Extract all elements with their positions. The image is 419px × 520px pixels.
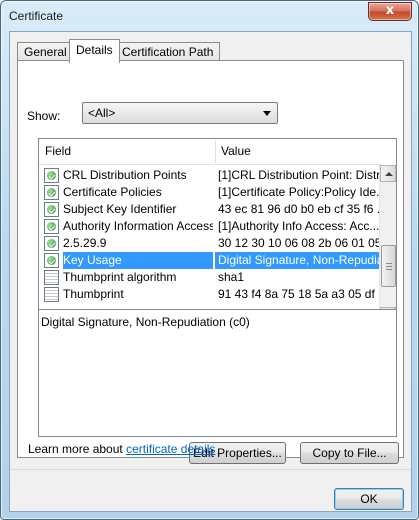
field-name: CRL Distribution Points (63, 168, 187, 182)
field-value: sha1 (218, 270, 245, 284)
field-value: 43 ec 81 96 d0 b0 eb cf 35 f6 ... (218, 202, 381, 216)
certificate-window: Certificate x General Details Certificat… (0, 0, 419, 520)
field-value: 91 43 f4 8a 75 18 5a a3 05 df ... (218, 287, 381, 301)
learn-more-text: Learn more about (28, 442, 127, 456)
column-header-field[interactable]: Field (39, 139, 215, 164)
ok-button[interactable]: OK (334, 488, 404, 510)
title-bar[interactable]: Certificate x (1, 1, 418, 31)
copy-to-file-button[interactable]: Copy to File... (300, 442, 399, 464)
scroll-thumb[interactable] (381, 245, 396, 287)
list-item[interactable]: CRL Distribution Points [1]CRL Distribut… (39, 167, 381, 184)
field-name: 2.5.29.9 (63, 236, 107, 250)
close-button[interactable]: x (368, 2, 412, 21)
list-item[interactable]: 2.5.29.9 30 12 30 10 06 08 2b 06 01 05..… (39, 235, 381, 252)
field-value: [1]Authority Info Access: Acc... (218, 219, 380, 233)
list-rows: CRL Distribution Points [1]CRL Distribut… (39, 167, 381, 323)
scroll-up-button[interactable] (380, 165, 396, 182)
list-item[interactable]: Authority Information Access [1]Authorit… (39, 218, 381, 235)
divider (10, 469, 411, 470)
cert-extension-icon (44, 253, 59, 268)
grip-line (386, 263, 392, 264)
grip-line (386, 269, 392, 270)
field-name: Key Usage (63, 252, 213, 269)
list-item[interactable]: Subject Key Identifier 43 ec 81 96 d0 b0… (39, 201, 381, 218)
vertical-scrollbar[interactable] (379, 165, 396, 323)
chevron-up-icon (385, 172, 393, 176)
cert-extension-icon (44, 185, 59, 200)
property-icon (44, 270, 59, 285)
list-item-selected[interactable]: Key Usage Digital Signature, Non-Repudia… (39, 252, 381, 269)
learn-more: Learn more about certificate details (28, 442, 215, 456)
cert-extension-icon (44, 168, 59, 183)
cert-extension-icon (44, 236, 59, 251)
field-name: Subject Key Identifier (63, 202, 177, 216)
field-value: Digital Signature, Non-Repudia... (215, 252, 381, 269)
details-tab-panel: Show: <All> Field Value CRL Distribution… (17, 60, 404, 464)
show-dropdown[interactable]: <All> (82, 102, 278, 124)
fields-list[interactable]: Field Value CRL Distribution Points [1]C… (38, 138, 397, 324)
column-header-value[interactable]: Value (215, 139, 381, 164)
list-item[interactable]: Certificate Policies [1]Certificate Poli… (39, 184, 381, 201)
show-label: Show: (27, 109, 61, 123)
field-detail-textbox[interactable]: Digital Signature, Non-Repudiation (c0) (38, 309, 397, 437)
field-name: Thumbprint (63, 287, 124, 301)
dialog-client-area: General Details Certification Path Show:… (9, 31, 412, 512)
close-icon: x (385, 3, 395, 18)
field-name: Certificate Policies (63, 185, 162, 199)
cert-extension-icon (44, 202, 59, 217)
window-title: Certificate (9, 9, 64, 23)
chevron-down-icon (263, 111, 271, 116)
tab-certification-path[interactable]: Certification Path (115, 42, 221, 62)
field-name: Thumbprint algorithm (63, 270, 177, 284)
certificate-details-link[interactable]: certificate details (126, 442, 215, 456)
tab-details[interactable]: Details (69, 39, 120, 63)
field-name: Authority Information Access (63, 219, 213, 233)
field-value: [1]Certificate Policy:Policy Ide... (218, 185, 381, 199)
list-item[interactable]: Thumbprint algorithm sha1 (39, 269, 381, 286)
tab-general[interactable]: General (17, 42, 74, 62)
list-header: Field Value (39, 139, 381, 165)
property-icon (44, 287, 59, 302)
cert-extension-icon (44, 219, 59, 234)
field-detail-text: Digital Signature, Non-Repudiation (c0) (41, 315, 250, 329)
grip-line (386, 266, 392, 267)
field-value: 30 12 30 10 06 08 2b 06 01 05... (218, 236, 381, 250)
list-item[interactable]: Thumbprint 91 43 f4 8a 75 18 5a a3 05 df… (39, 286, 381, 303)
field-value: [1]CRL Distribution Point: Distr... (218, 168, 381, 182)
show-dropdown-value: <All> (88, 106, 116, 120)
